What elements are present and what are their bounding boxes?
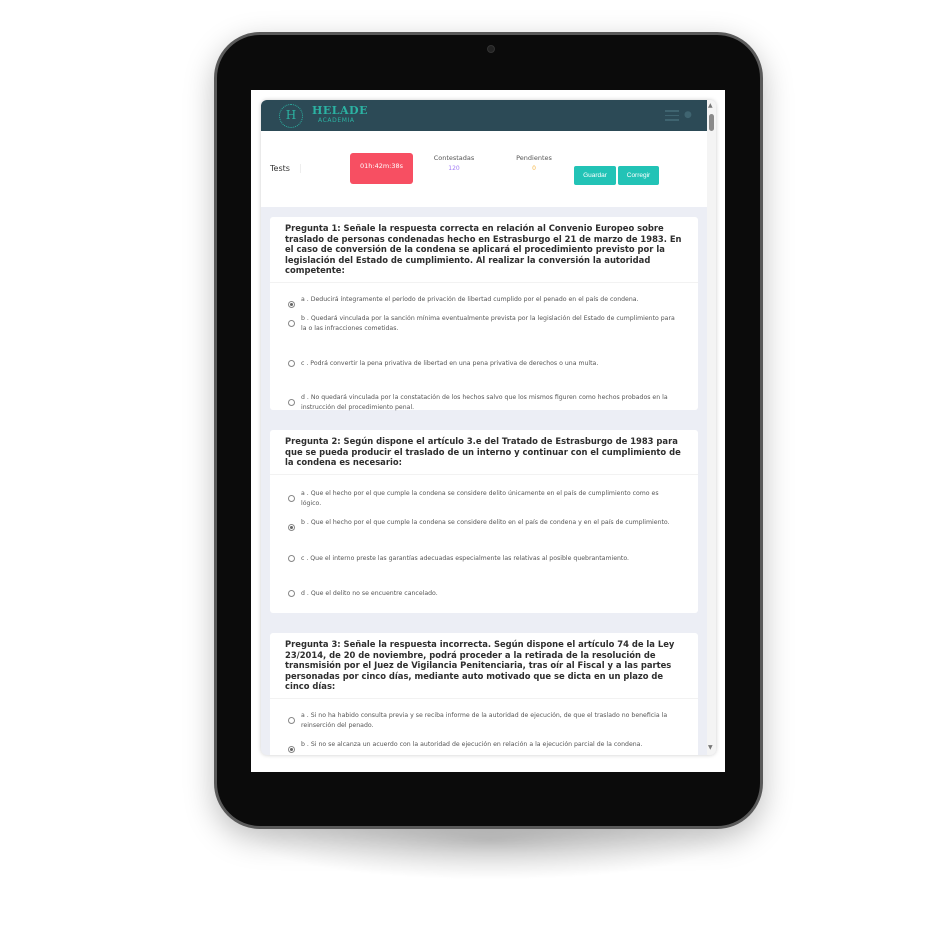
save-button[interactable]: Guardar bbox=[574, 166, 616, 185]
section-title: Tests bbox=[270, 164, 301, 173]
app-header: H HELADE ACADEMIA ● bbox=[261, 100, 707, 131]
timer: 01h:42m:38s bbox=[350, 153, 413, 184]
radio-button[interactable] bbox=[288, 319, 295, 327]
option-text: b . Que el hecho por el que cumple la co… bbox=[301, 518, 670, 526]
radio-button[interactable] bbox=[288, 555, 295, 562]
option-text: b . Si no se alcanza un acuerdo con la a… bbox=[301, 740, 643, 748]
answer-option[interactable]: a . Que el hecho por el que cumple la co… bbox=[270, 489, 698, 509]
question-card: Pregunta 1: Señale la respuesta correcta… bbox=[270, 217, 698, 413]
brand-subtitle: ACADEMIA bbox=[318, 117, 355, 124]
correct-button[interactable]: Corregir bbox=[618, 166, 659, 185]
radio-button[interactable] bbox=[288, 745, 295, 753]
app-window: H HELADE ACADEMIA ● Tests 01h:42m:38s Co… bbox=[261, 100, 716, 755]
answer-option[interactable]: a . Si no ha habido consulta previa y se… bbox=[270, 711, 698, 731]
scrollbar[interactable]: ▲ ▼ bbox=[707, 100, 716, 755]
answer-option[interactable]: b . Si no se alcanza un acuerdo con la a… bbox=[270, 740, 698, 753]
option-text: c . Que el interno preste las garantías … bbox=[301, 554, 629, 562]
radio-button[interactable] bbox=[288, 494, 295, 502]
answer-option[interactable]: b . Quedará vinculada por la sanción mín… bbox=[270, 314, 698, 334]
answer-option[interactable]: d . Que el delito no se encuentre cancel… bbox=[270, 589, 698, 599]
scroll-down-icon[interactable]: ▼ bbox=[708, 744, 713, 751]
radio-button[interactable] bbox=[288, 523, 295, 531]
answered-label: Contestadas bbox=[433, 154, 475, 162]
camera-icon bbox=[487, 45, 495, 53]
user-icon[interactable]: ● bbox=[684, 110, 694, 120]
menu-icon[interactable] bbox=[665, 110, 679, 124]
question-text: Pregunta 3: Señale la respuesta incorrec… bbox=[270, 633, 698, 699]
pending-label: Pendientes bbox=[516, 154, 552, 162]
question-card: Pregunta 2: Según dispone el artículo 3.… bbox=[270, 430, 698, 613]
brand-name: HELADE bbox=[312, 104, 368, 117]
pending-value: 0 bbox=[532, 165, 536, 172]
scroll-up-icon[interactable]: ▲ bbox=[708, 102, 713, 109]
option-text: d . No quedará vinculada por la constata… bbox=[301, 393, 668, 411]
radio-button[interactable] bbox=[288, 590, 295, 597]
radio-button[interactable] bbox=[288, 300, 295, 308]
answer-option[interactable]: c . Podrá convertir la pena privativa de… bbox=[270, 359, 698, 369]
answer-option[interactable]: a . Deducirá íntegramente el período de … bbox=[270, 295, 698, 308]
answered-value: 120 bbox=[448, 165, 460, 172]
option-text: c . Podrá convertir la pena privativa de… bbox=[301, 359, 599, 367]
option-text: d . Que el delito no se encuentre cancel… bbox=[301, 589, 438, 597]
radio-button[interactable] bbox=[288, 360, 295, 367]
question-text: Pregunta 1: Señale la respuesta correcta… bbox=[270, 217, 698, 283]
radio-button[interactable] bbox=[288, 398, 295, 406]
tablet-screen: H HELADE ACADEMIA ● Tests 01h:42m:38s Co… bbox=[251, 90, 725, 772]
answer-option[interactable]: b . Que el hecho por el que cumple la co… bbox=[270, 518, 698, 531]
answer-option[interactable]: c . Que el interno preste las garantías … bbox=[270, 554, 698, 564]
option-text: b . Quedará vinculada por la sanción mín… bbox=[301, 314, 675, 332]
question-text: Pregunta 2: Según dispone el artículo 3.… bbox=[270, 430, 698, 475]
answered-stat: Contestadas 120 bbox=[424, 154, 484, 172]
option-text: a . Si no ha habido consulta previa y se… bbox=[301, 711, 668, 729]
option-text: a . Deducirá íntegramente el período de … bbox=[301, 295, 639, 303]
option-text: a . Que el hecho por el que cumple la co… bbox=[301, 489, 659, 507]
answer-option[interactable]: d . No quedará vinculada por la constata… bbox=[270, 393, 698, 413]
logo-icon[interactable]: H bbox=[279, 104, 303, 128]
radio-button[interactable] bbox=[288, 716, 295, 724]
question-card: Pregunta 3: Señale la respuesta incorrec… bbox=[270, 633, 698, 755]
pending-stat: Pendientes 0 bbox=[504, 154, 564, 172]
scrollbar-thumb[interactable] bbox=[709, 114, 714, 131]
test-toolbar: Tests 01h:42m:38s Contestadas 120 Pendien… bbox=[261, 131, 707, 207]
